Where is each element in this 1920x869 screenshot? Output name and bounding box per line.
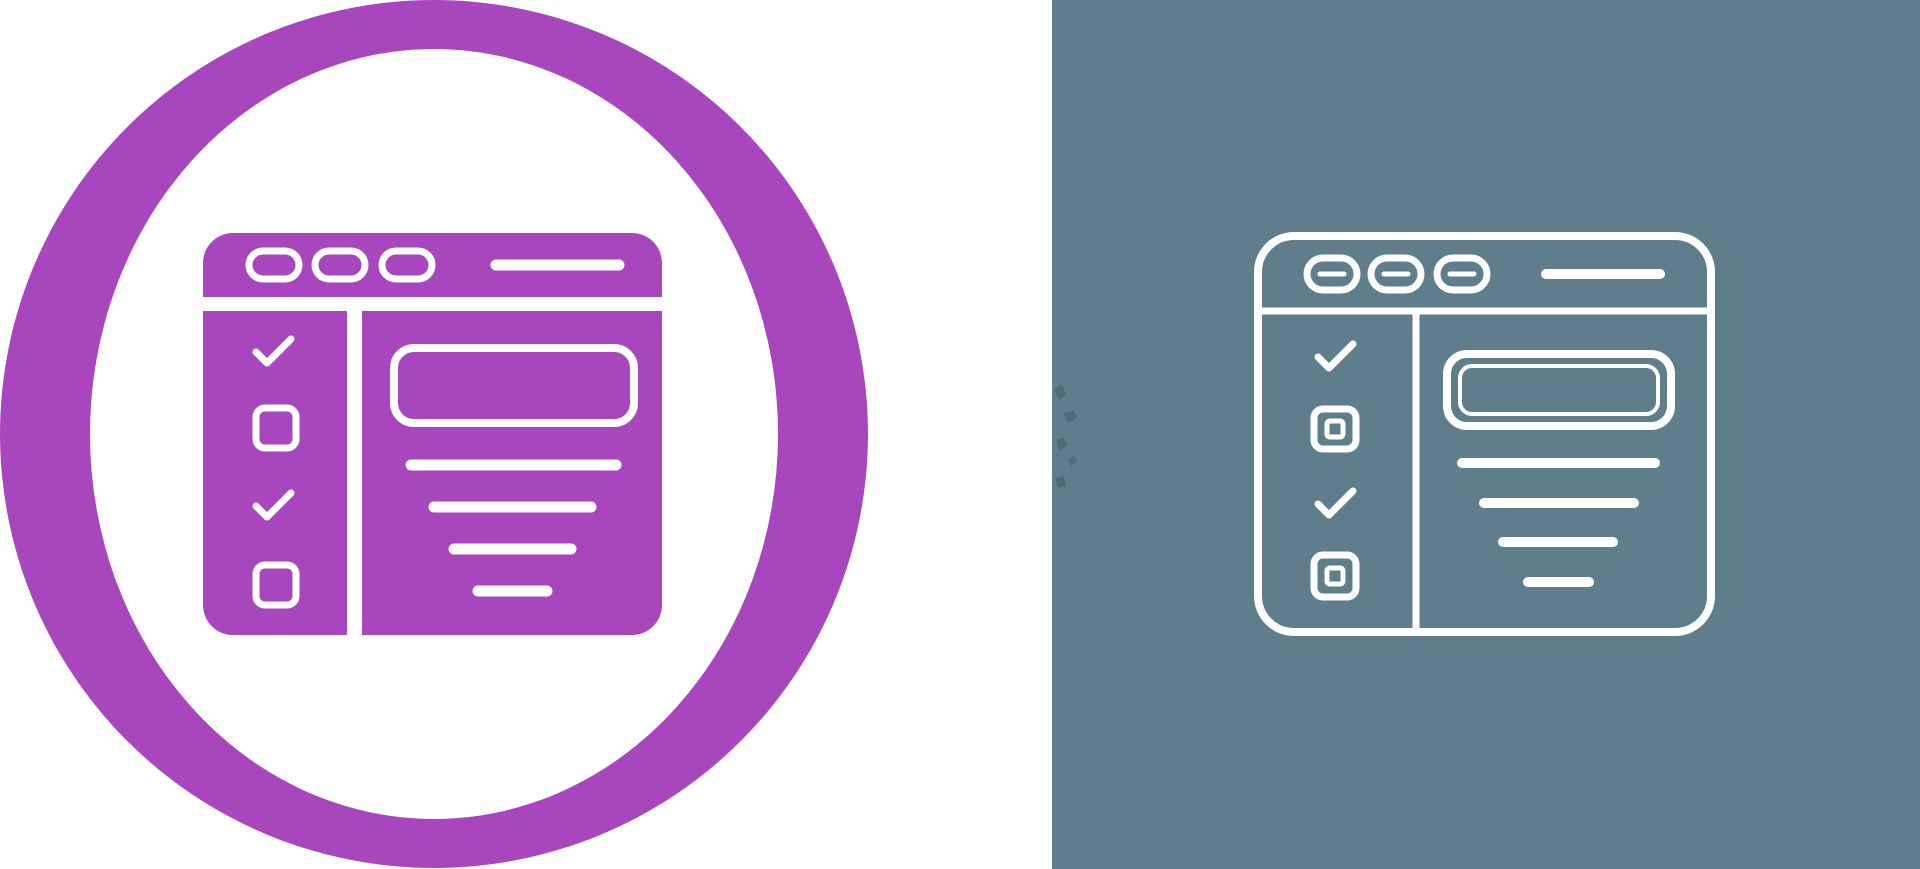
checklist-browser-window-glyph-icon [203,233,662,635]
icon-preview-stage [0,0,1920,869]
left-icon-artboard [0,0,868,868]
line-icon-panel [1052,0,1920,869]
slate-background [1052,0,1920,869]
right-icon-artboard [1052,0,1920,869]
